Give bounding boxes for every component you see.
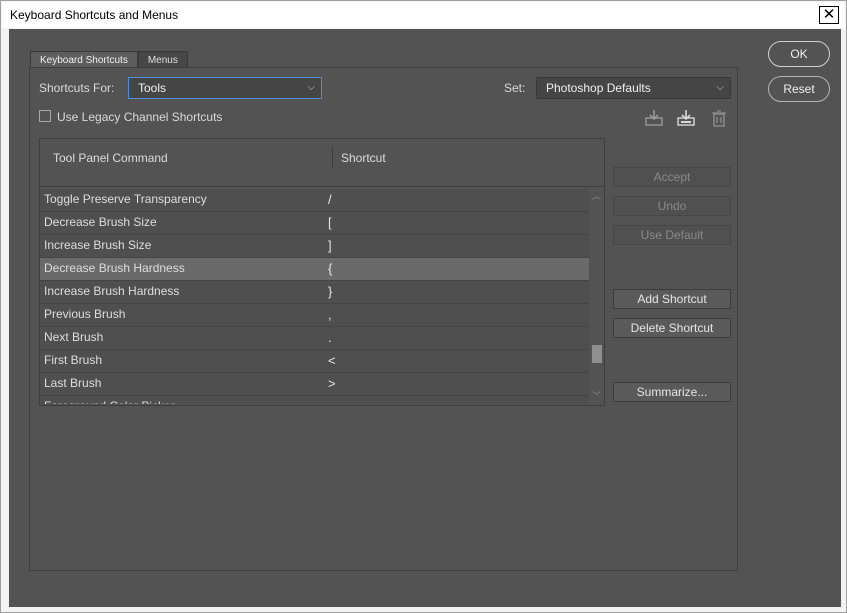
column-header-shortcut[interactable]: Shortcut [341, 151, 386, 165]
table-row[interactable]: Foreground Color Picker [40, 396, 589, 404]
shortcut-cell[interactable]: > [328, 376, 336, 391]
command-cell: Decrease Brush Hardness [44, 261, 185, 275]
shortcuts-for-value: Tools [138, 81, 167, 95]
window-title: Keyboard Shortcuts and Menus [10, 8, 179, 22]
scroll-down-icon[interactable]: ﹀ [589, 389, 604, 404]
shortcut-cell[interactable]: , [328, 307, 332, 322]
table-row[interactable]: Previous Brush, [40, 304, 589, 327]
use-default-button[interactable]: Use Default [613, 225, 731, 245]
shortcuts-for-select[interactable]: Tools ⌵ [128, 77, 322, 99]
save-as-new-set-button[interactable] [676, 108, 696, 128]
summarize-button[interactable]: Summarize... [613, 382, 731, 402]
table-row[interactable]: Next Brush. [40, 327, 589, 350]
shortcut-cell[interactable]: . [328, 330, 332, 345]
shortcut-cell[interactable]: } [328, 284, 332, 299]
scroll-up-icon[interactable]: ︿ [589, 189, 604, 204]
table-row[interactable]: Last Brush > [40, 373, 589, 396]
table-row[interactable]: Decrease Brush Size [ [40, 212, 589, 235]
shortcut-table: Tool Panel Command Shortcut Toggle Prese… [39, 138, 605, 406]
shortcut-cell[interactable]: { [328, 261, 332, 276]
set-label: Set: [504, 81, 526, 95]
command-cell: Increase Brush Size [44, 238, 152, 252]
command-cell: Decrease Brush Size [44, 215, 157, 229]
dialog-body: Keyboard Shortcuts Menus Shortcuts For: … [9, 29, 841, 607]
command-cell: Last Brush [44, 376, 102, 390]
tab-menus[interactable]: Menus [137, 51, 188, 68]
table-row[interactable]: First Brush < [40, 350, 589, 373]
table-row[interactable]: Decrease Brush Hardness { [40, 258, 589, 281]
set-value: Photoshop Defaults [546, 81, 651, 95]
table-header: Tool Panel Command Shortcut [40, 139, 604, 187]
table-row[interactable]: Toggle Preserve Transparency / [40, 189, 589, 212]
shortcut-cell[interactable]: ] [328, 238, 332, 253]
reset-button[interactable]: Reset [768, 76, 830, 102]
close-icon: ✕ [822, 6, 836, 23]
legacy-channel-checkbox[interactable] [39, 110, 51, 122]
delete-set-button[interactable] [709, 108, 729, 128]
tab-keyboard-shortcuts[interactable]: Keyboard Shortcuts [30, 51, 138, 68]
ok-button[interactable]: OK [768, 41, 830, 67]
scroll-thumb[interactable] [592, 345, 602, 363]
shortcut-cell[interactable]: < [328, 353, 336, 368]
add-shortcut-button[interactable]: Add Shortcut [613, 289, 731, 309]
save-as-new-set-icon [677, 110, 695, 126]
shortcut-cell[interactable]: [ [328, 215, 332, 230]
save-set-icon [645, 110, 663, 126]
title-bar: Keyboard Shortcuts and Menus ✕ [2, 2, 845, 28]
tab-bar: Keyboard Shortcuts Menus [30, 51, 188, 68]
delete-shortcut-button[interactable]: Delete Shortcut [613, 318, 731, 338]
undo-button[interactable]: Undo [613, 196, 731, 216]
table-rows: Toggle Preserve Transparency / Decrease Br… [40, 189, 589, 404]
command-cell: Toggle Preserve Transparency [44, 192, 207, 206]
table-row[interactable]: Increase Brush Size] [40, 235, 589, 258]
shortcuts-panel: Shortcuts For: Tools ⌵ Set: Photoshop De… [29, 67, 738, 571]
column-divider[interactable] [332, 147, 333, 169]
shortcuts-for-label: Shortcuts For: [39, 81, 115, 95]
chevron-down-icon: ⌵ [307, 82, 315, 93]
save-set-button[interactable] [644, 108, 664, 128]
column-header-command[interactable]: Tool Panel Command [53, 151, 168, 165]
command-cell: Previous Brush [44, 307, 126, 321]
set-select[interactable]: Photoshop Defaults ⌵ [536, 77, 731, 99]
dialog-window: Keyboard Shortcuts and Menus ✕ Keyboard … [0, 0, 847, 613]
shortcut-cell[interactable]: / [328, 192, 332, 207]
close-button[interactable]: ✕ [819, 6, 839, 24]
table-scrollbar[interactable]: ︿ ﹀ [589, 189, 604, 404]
command-cell: Next Brush [44, 330, 104, 344]
delete-set-icon [712, 110, 726, 127]
command-cell: Increase Brush Hardness [44, 284, 180, 298]
command-cell: First Brush [44, 353, 103, 367]
table-row[interactable]: Increase Brush Hardness} [40, 281, 589, 304]
command-cell: Foreground Color Picker [44, 399, 175, 404]
chevron-down-icon: ⌵ [716, 82, 724, 93]
legacy-channel-label: Use Legacy Channel Shortcuts [57, 110, 223, 124]
accept-button[interactable]: Accept [613, 167, 731, 187]
